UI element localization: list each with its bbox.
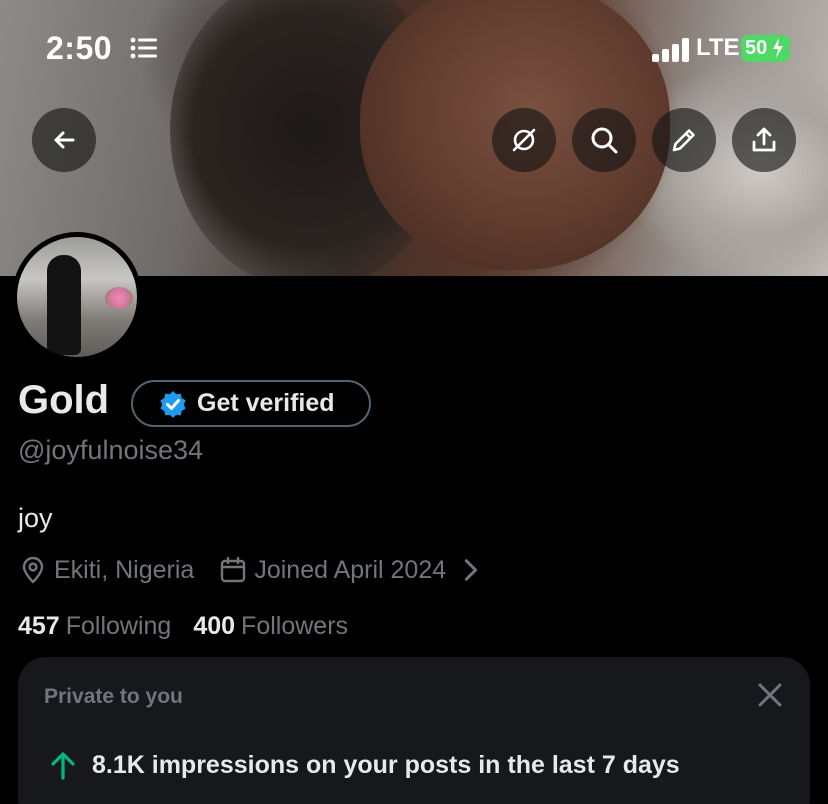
location-text: Ekiti, Nigeria [54,555,195,584]
status-time: 2:50 [46,30,113,66]
battery-indicator: 50 [741,35,790,62]
get-verified-label: Get verified [197,389,335,417]
grok-icon [512,128,536,152]
join-date-text: Joined April 2024 [254,555,447,584]
arrow-up-icon [51,752,75,780]
card-title: Private to you [44,685,183,708]
join-date[interactable]: Joined April 2024 [218,555,492,585]
chevron-right-icon [465,559,478,581]
search-button[interactable] [572,108,636,172]
following-link[interactable]: Following [66,612,172,641]
following-count[interactable]: 457 [18,612,60,641]
private-insights-card: Private to you 8.1K impressions on your … [18,657,810,804]
charging-icon [773,38,783,58]
avatar-figure [47,255,81,355]
location: Ekiti, Nigeria [18,555,194,585]
share-icon [752,127,776,152]
follow-stats: 457 Following 400 Followers [18,612,370,641]
grok-button[interactable] [492,108,556,172]
followers-count[interactable]: 400 [193,612,235,641]
avatar[interactable] [12,232,142,362]
battery-level: 50 [745,37,768,59]
profile-meta: Ekiti, Nigeria Joined April 2024 [18,552,516,588]
followers-link[interactable]: Followers [241,612,348,641]
impressions-text: 8.1K impressions on your posts in the la… [92,750,680,779]
status-bar: 2:50 LTE 50 [0,0,828,100]
user-handle: @joyfulnoise34 [18,435,204,465]
verified-badge-icon [160,390,186,418]
calendar-icon [221,556,246,583]
display-name: Gold [18,378,110,422]
edit-profile-button[interactable] [652,108,716,172]
signal-icon [652,38,689,62]
impressions-stat[interactable]: 8.1K impressions on your posts in the la… [48,749,680,781]
get-verified-button[interactable]: Get verified [131,380,371,427]
search-icon [591,127,618,154]
profile-bio: joy [18,503,53,533]
back-arrow-icon [54,131,75,149]
close-icon[interactable] [754,679,786,711]
avatar-flowers [105,287,133,309]
avatar-photo [17,237,137,357]
pencil-icon [672,129,695,152]
share-button[interactable] [732,108,796,172]
location-pin-icon [22,556,44,584]
list-icon [130,37,157,59]
network-type: LTE [696,34,740,61]
back-button[interactable] [32,108,96,172]
